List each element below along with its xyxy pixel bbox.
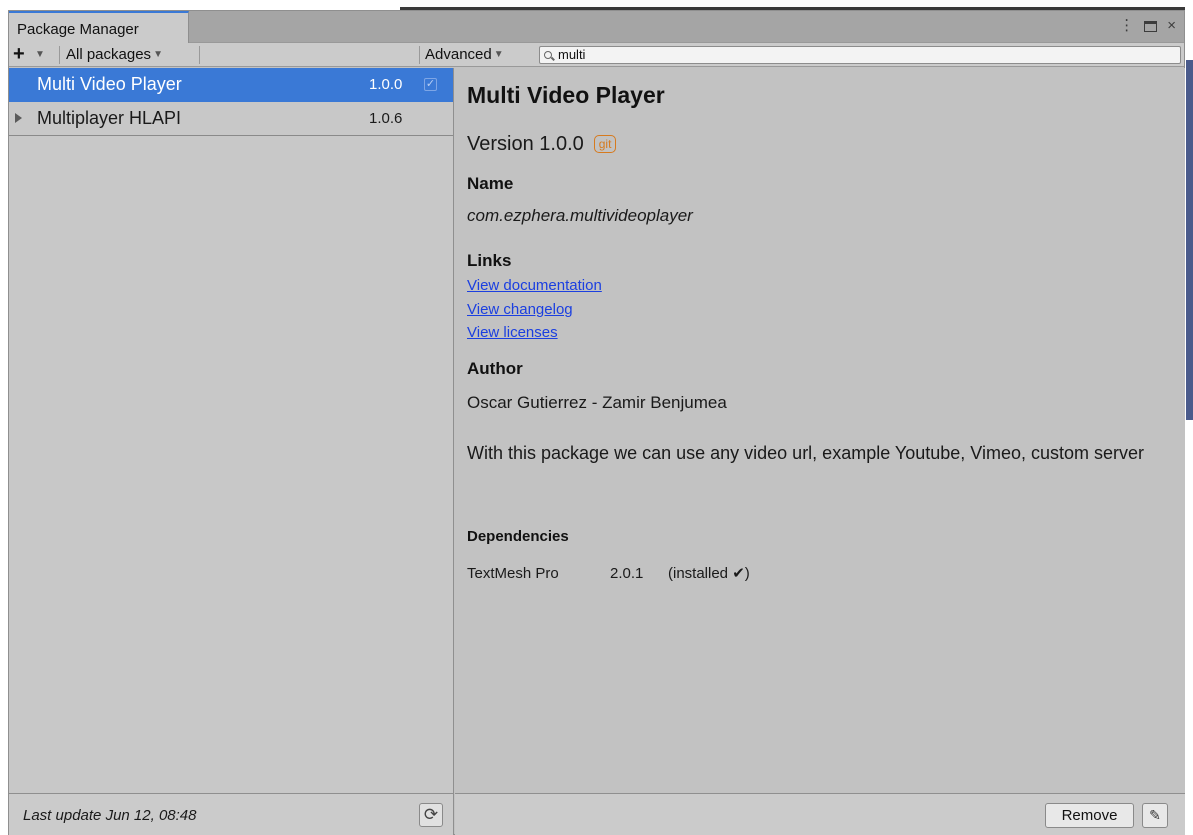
add-dropdown-chevron-icon[interactable]: ▼ bbox=[35, 49, 45, 60]
chevron-down-icon: ▼ bbox=[153, 49, 163, 60]
more-options-icon[interactable]: ⋮ bbox=[1119, 17, 1134, 35]
package-version: 1.0.0 bbox=[369, 76, 403, 93]
background-window-edge bbox=[1186, 60, 1193, 420]
package-id: com.ezphera.multivideoplayer bbox=[467, 206, 693, 225]
advanced-label: Advanced bbox=[425, 46, 492, 63]
window-controls: ⋮ × bbox=[1119, 17, 1176, 35]
list-item-multi-video-player[interactable]: Multi Video Player 1.0.0 ✓ bbox=[9, 68, 453, 102]
dependency-row: TextMesh Pro 2.0.1 (installed ✔) bbox=[467, 564, 750, 582]
package-details: Multi Video Player Version 1.0.0 git Name… bbox=[455, 68, 1185, 793]
author-label: Author bbox=[467, 359, 523, 378]
packages-filter-dropdown[interactable]: All packages ▼ bbox=[66, 46, 163, 63]
dependency-name: TextMesh Pro bbox=[467, 565, 559, 582]
search-value: multi bbox=[558, 47, 586, 62]
background-window-fragment bbox=[0, 0, 1193, 10]
advanced-dropdown[interactable]: Advanced ▼ bbox=[425, 46, 504, 63]
package-description: With this package we can use any video u… bbox=[467, 443, 1145, 463]
packages-filter-label: All packages bbox=[66, 46, 152, 63]
dependency-status: (installed ✔) bbox=[668, 565, 750, 582]
add-package-button[interactable]: + bbox=[13, 44, 25, 64]
search-icon bbox=[544, 51, 552, 59]
package-name: Multiplayer HLAPI bbox=[37, 108, 182, 128]
package-list: Multi Video Player 1.0.0 ✓ Multiplayer H… bbox=[9, 68, 454, 793]
view-changelog-link[interactable]: View changelog bbox=[467, 301, 573, 318]
author-value: Oscar Gutierrez - Zamir Benjumea bbox=[467, 393, 727, 412]
last-update-text: Last update Jun 12, 08:48 bbox=[23, 807, 197, 824]
view-documentation-link[interactable]: View documentation bbox=[467, 277, 602, 294]
edit-button[interactable]: ✎ bbox=[1142, 803, 1168, 828]
list-item-multiplayer-hlapi[interactable]: Multiplayer HLAPI 1.0.6 bbox=[9, 102, 453, 136]
remove-button[interactable]: Remove bbox=[1045, 803, 1134, 828]
tab-bar: Package Manager ⋮ × bbox=[9, 11, 1184, 44]
refresh-icon: ⟳ bbox=[423, 805, 439, 824]
view-licenses-link[interactable]: View licenses bbox=[467, 324, 558, 341]
expand-arrow-icon[interactable] bbox=[15, 113, 22, 123]
dependency-version: 2.0.1 bbox=[610, 565, 644, 582]
links-label: Links bbox=[467, 251, 512, 270]
tab-package-manager[interactable]: Package Manager bbox=[9, 11, 189, 44]
refresh-button[interactable]: ⟳ bbox=[419, 803, 443, 827]
toolbar: + ▼ All packages ▼ Advanced ▼ multi bbox=[9, 43, 1184, 67]
package-title: Multi Video Player bbox=[467, 82, 665, 108]
name-label: Name bbox=[467, 174, 514, 193]
pencil-icon: ✎ bbox=[1149, 807, 1161, 823]
package-version-line: Version 1.0.0 git bbox=[467, 133, 617, 156]
status-bar-left: Last update Jun 12, 08:48 ⟳ bbox=[9, 793, 454, 835]
package-version: 1.0.6 bbox=[369, 110, 403, 127]
close-icon[interactable]: × bbox=[1167, 17, 1176, 35]
dependencies-label: Dependencies bbox=[467, 528, 569, 545]
package-name: Multi Video Player bbox=[37, 74, 182, 94]
toolbar-divider bbox=[419, 46, 420, 64]
package-manager-window: Package Manager ⋮ × + ▼ All packages ▼ Ad… bbox=[8, 10, 1185, 835]
status-bar-right: Remove ✎ bbox=[455, 793, 1185, 835]
chevron-down-icon: ▼ bbox=[493, 49, 504, 60]
installed-check-icon: ✓ bbox=[424, 78, 437, 91]
search-input[interactable]: multi bbox=[539, 46, 1181, 64]
version-text: Version 1.0.0 bbox=[467, 133, 584, 155]
toolbar-divider bbox=[59, 46, 60, 64]
maximize-icon[interactable] bbox=[1144, 21, 1158, 32]
git-badge: git bbox=[593, 135, 617, 153]
toolbar-divider bbox=[199, 46, 200, 64]
